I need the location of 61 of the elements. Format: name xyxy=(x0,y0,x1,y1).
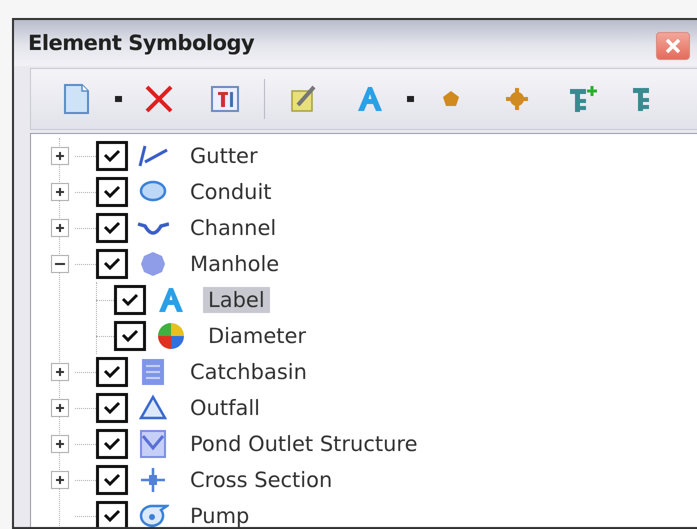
checkbox[interactable] xyxy=(96,249,128,279)
tree-item[interactable]: Catchbasin xyxy=(185,359,312,385)
checkmark-icon xyxy=(102,220,122,236)
checkbox[interactable] xyxy=(114,321,146,351)
tree-item[interactable]: Pump xyxy=(185,503,254,527)
plus-icon xyxy=(54,222,66,234)
expander[interactable] xyxy=(51,471,69,489)
plus-icon xyxy=(54,474,66,486)
tree-item[interactable]: Channel xyxy=(185,215,282,241)
expander[interactable] xyxy=(51,219,69,237)
delete-icon xyxy=(143,83,175,115)
square-icon xyxy=(137,428,169,460)
tree-item[interactable]: Manhole xyxy=(185,251,284,277)
checkmark-icon xyxy=(102,148,122,164)
checkbox[interactable] xyxy=(96,429,128,459)
checkbox[interactable] xyxy=(96,465,128,495)
checkbox[interactable] xyxy=(96,213,128,243)
checkmark-icon xyxy=(120,328,140,344)
checkbox[interactable] xyxy=(96,501,128,527)
tree-item[interactable]: Cross Section xyxy=(185,467,338,493)
tree-item[interactable]: Outfall xyxy=(185,395,266,421)
caret-icon xyxy=(407,96,414,102)
checkbox[interactable] xyxy=(96,177,128,207)
checkbox[interactable] xyxy=(96,393,128,423)
checkmark-icon xyxy=(102,364,122,380)
close-icon xyxy=(664,38,682,54)
plus-icon xyxy=(54,150,66,162)
tree-item[interactable]: Conduit xyxy=(185,179,277,205)
plus-icon xyxy=(54,186,66,198)
checkmark-icon xyxy=(102,184,122,200)
expander[interactable] xyxy=(51,147,69,165)
plus-icon xyxy=(54,402,66,414)
plus-icon xyxy=(54,438,66,450)
window-title: Element Symbology xyxy=(28,31,254,55)
expander[interactable] xyxy=(51,183,69,201)
minus-icon xyxy=(55,263,65,265)
checkmark-icon xyxy=(102,436,122,452)
expander[interactable] xyxy=(51,435,69,453)
tree-icon xyxy=(633,88,649,110)
pie-chart-icon xyxy=(155,320,187,352)
tree-add-icon xyxy=(567,83,599,115)
expander[interactable] xyxy=(51,399,69,417)
checkmark-icon xyxy=(102,400,122,416)
checkbox[interactable] xyxy=(96,141,128,171)
tree-item[interactable]: Gutter xyxy=(185,143,263,169)
textbox-icon xyxy=(209,83,241,115)
expander[interactable] xyxy=(51,255,69,273)
checkmark-icon xyxy=(120,292,140,308)
channel-icon xyxy=(137,222,169,234)
tree-item[interactable]: Diameter xyxy=(203,323,312,349)
plus-icon xyxy=(54,366,66,378)
checkbox[interactable] xyxy=(114,285,146,315)
caret-icon xyxy=(115,96,122,102)
tree-item[interactable]: Pond Outlet Structure xyxy=(185,431,423,457)
checkmark-icon xyxy=(102,508,122,524)
checkbox[interactable] xyxy=(96,357,128,387)
tree-item[interactable]: Label xyxy=(203,287,270,313)
checkmark-icon xyxy=(102,472,122,488)
expander[interactable] xyxy=(51,363,69,381)
close-button[interactable] xyxy=(656,32,690,60)
checkmark-icon xyxy=(102,256,122,272)
